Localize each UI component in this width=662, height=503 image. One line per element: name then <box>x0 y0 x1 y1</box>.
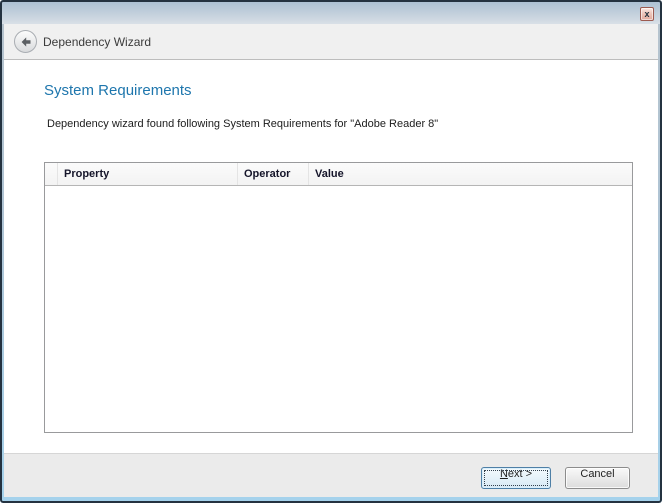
column-header-spacer <box>45 163 58 185</box>
titlebar: x <box>0 0 662 24</box>
button-bar: Next > Cancel <box>4 453 658 497</box>
column-header-property[interactable]: Property <box>58 163 238 185</box>
cancel-button[interactable]: Cancel <box>565 467 630 489</box>
next-button[interactable]: Next > <box>481 467 551 489</box>
back-button[interactable] <box>14 30 37 53</box>
arrow-left-icon <box>20 36 32 48</box>
next-button-mnemonic: N <box>500 468 508 480</box>
requirements-table: Property Operator Value <box>44 162 633 433</box>
table-body-empty <box>45 186 632 432</box>
column-header-operator[interactable]: Operator <box>238 163 309 185</box>
dependency-wizard-window: x Dependency Wizard System Requirements … <box>0 0 662 503</box>
table-header-row: Property Operator Value <box>45 163 632 186</box>
page-description: Dependency wizard found following System… <box>47 118 438 130</box>
next-button-label-rest: ext > <box>508 468 532 480</box>
wizard-body: Dependency Wizard System Requirements De… <box>4 24 658 497</box>
close-icon[interactable]: x <box>640 7 654 21</box>
page-title: System Requirements <box>44 82 192 99</box>
wizard-title: Dependency Wizard <box>43 24 151 60</box>
column-header-value[interactable]: Value <box>309 163 632 185</box>
wizard-header: Dependency Wizard <box>4 24 658 60</box>
